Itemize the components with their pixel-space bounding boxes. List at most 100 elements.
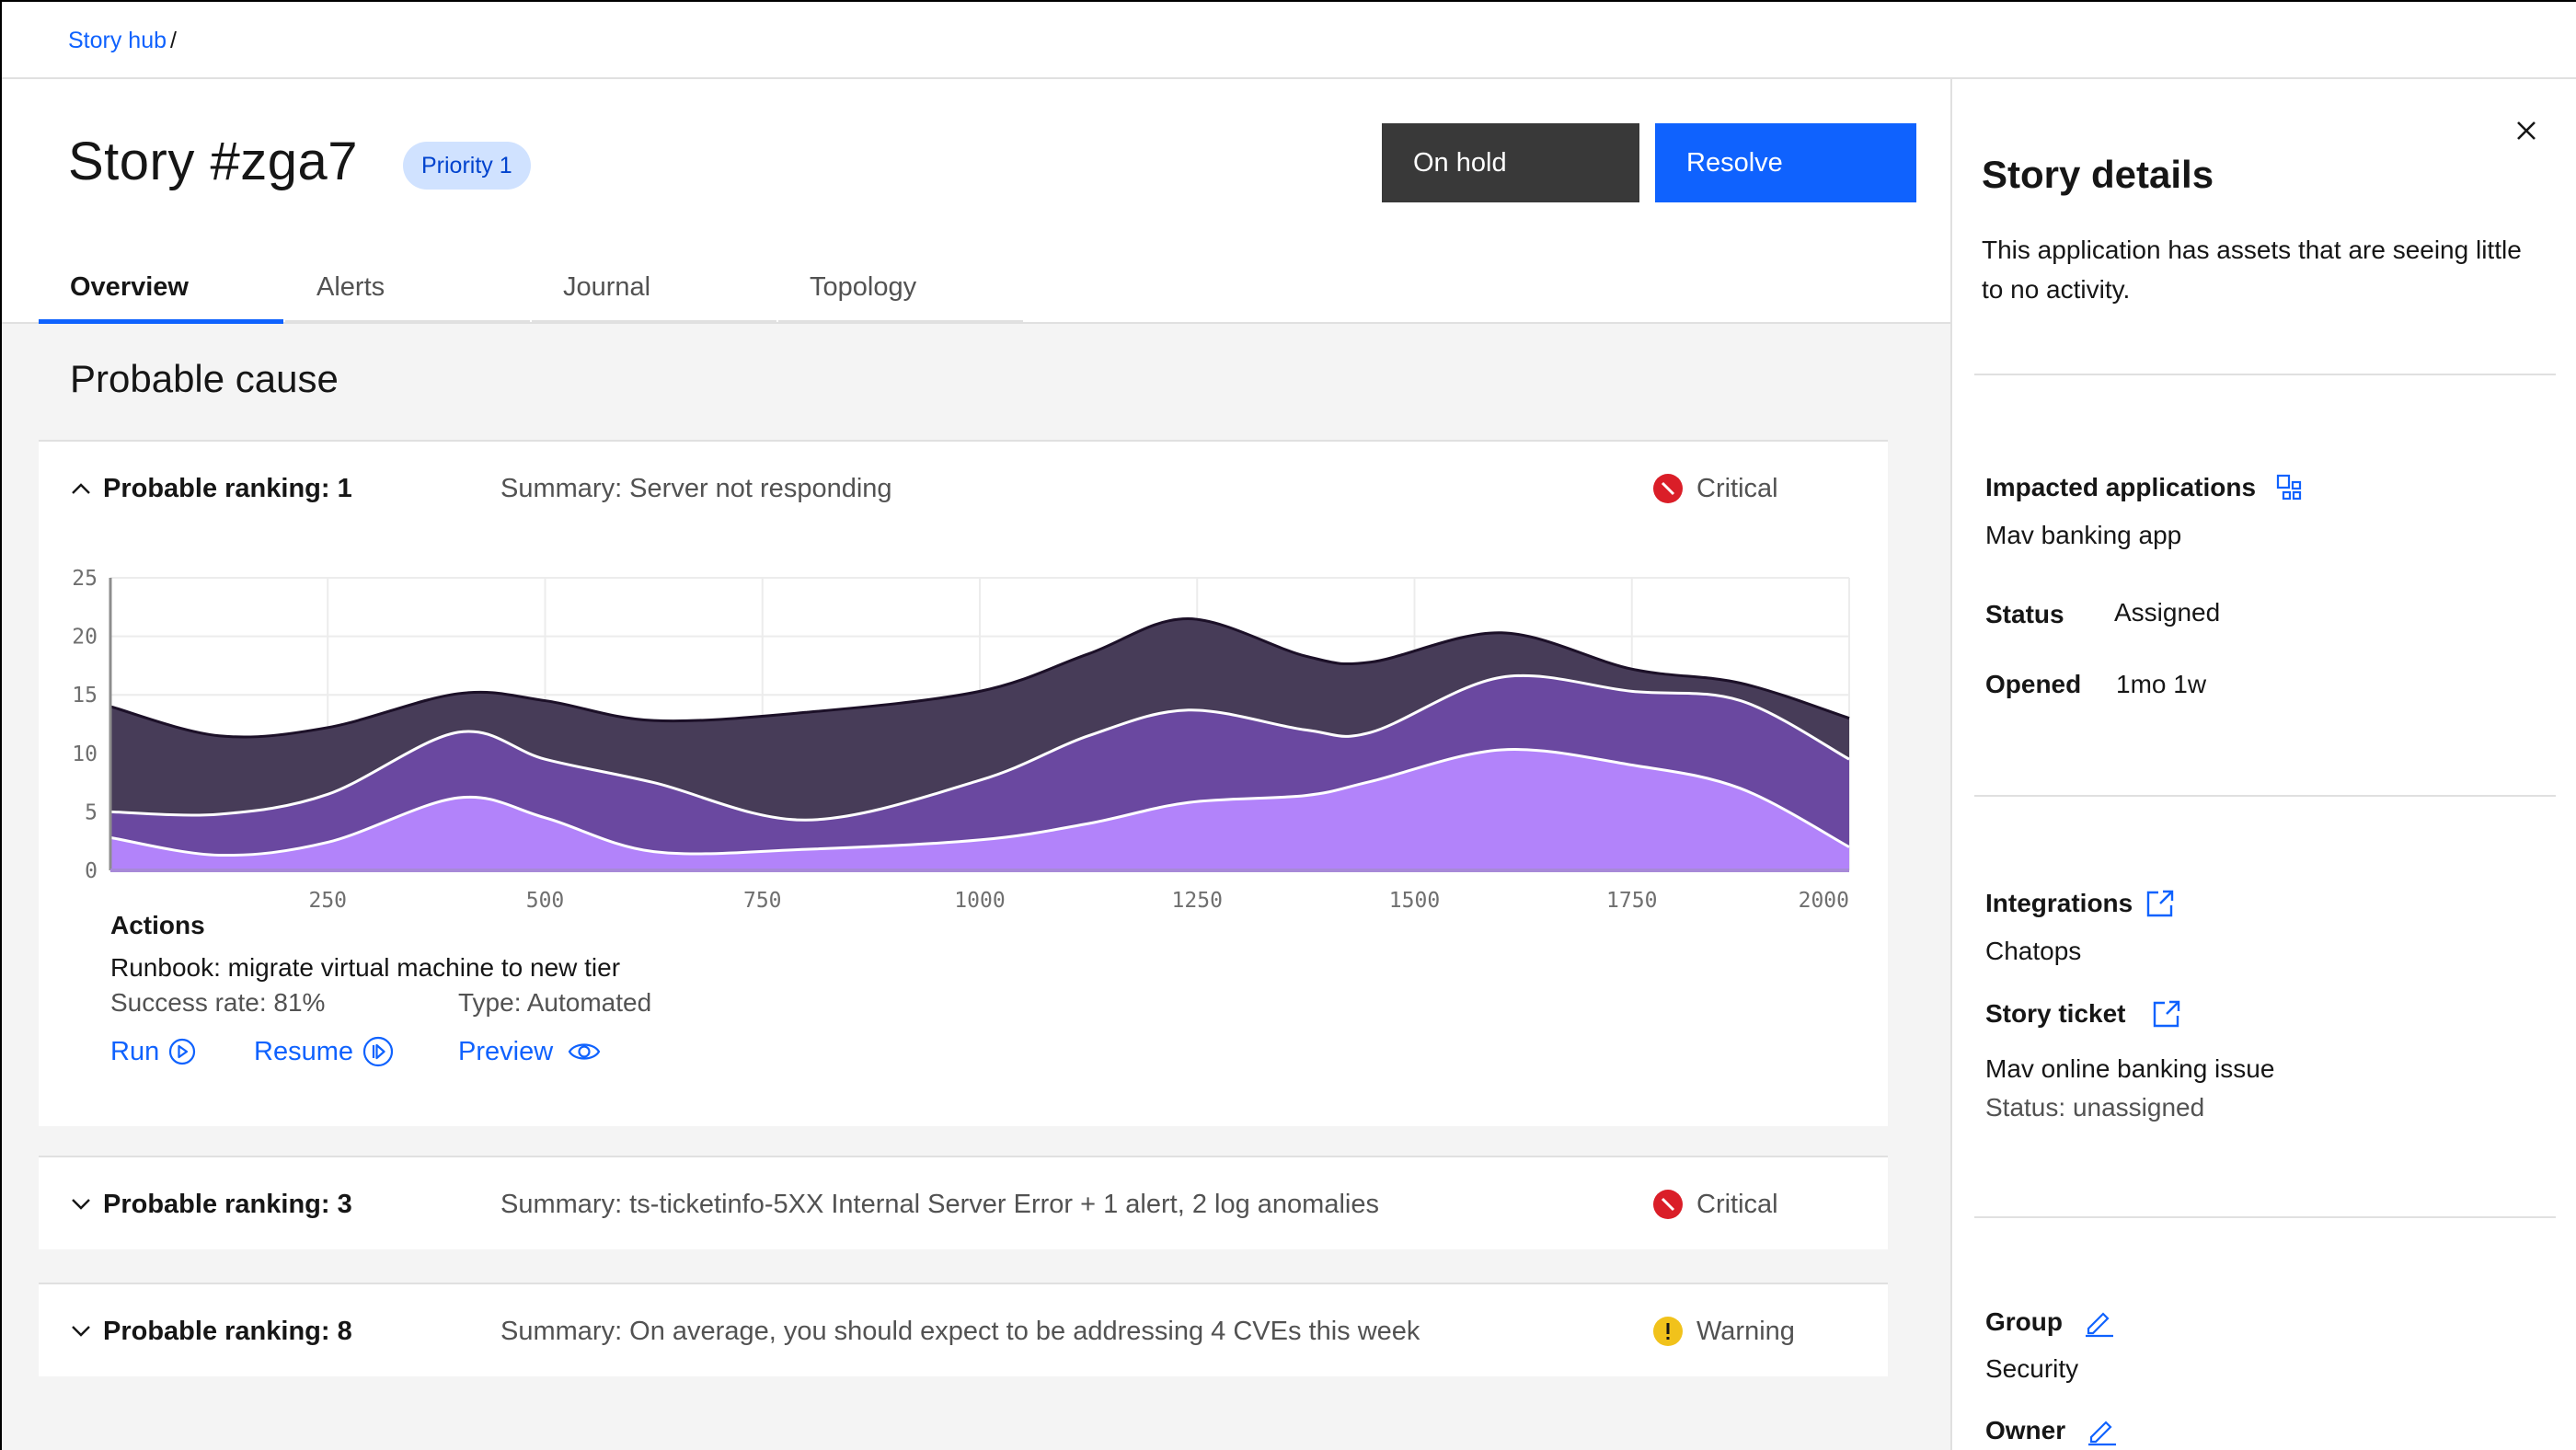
y-tick-label: 25 (72, 567, 98, 591)
owner-label: Owner (1985, 1415, 2117, 1446)
breadcrumb: Story hub / (68, 28, 177, 54)
resume-link[interactable]: Resume (254, 1036, 458, 1067)
top-bar: Story hub / (2, 2, 2576, 79)
apps-icon[interactable] (2276, 474, 2304, 501)
chevron-up-icon[interactable] (70, 478, 92, 500)
x-tick-label: 250 (308, 889, 347, 913)
warning-icon (1653, 1317, 1683, 1346)
preview-link[interactable]: Preview (458, 1036, 601, 1067)
probable-cause-card: Probable ranking: 1 Summary: Server not … (39, 440, 1888, 1126)
action-links: Run Resume Preview (110, 1036, 651, 1067)
actions-title: Actions (110, 911, 205, 939)
tab-topology[interactable]: Topology (778, 263, 1023, 324)
x-tick-label: 750 (743, 889, 782, 913)
story-ticket-status: Status: unassigned (1985, 1093, 2205, 1122)
ranking-label: Probable ranking: 1 (103, 473, 352, 503)
severity-label: Critical (1696, 1189, 1778, 1219)
priority-tag: Priority 1 (403, 142, 531, 190)
integrations-text: Integrations (1985, 889, 2133, 917)
edit-icon[interactable] (2083, 1306, 2114, 1338)
summary-text: Summary: On average, you should expect t… (500, 1316, 1420, 1346)
status-label: Status (1985, 600, 2064, 628)
accordion-header[interactable]: Probable ranking: 3 Summary: ts-ticketin… (39, 1157, 1888, 1251)
accordion-header[interactable]: Probable ranking: 1 Summary: Server not … (39, 442, 1888, 535)
critical-icon (1653, 474, 1683, 503)
breadcrumb-story-hub[interactable]: Story hub (68, 28, 167, 54)
run-label: Run (110, 1036, 160, 1066)
x-tick-label: 1750 (1606, 889, 1657, 913)
view-icon (568, 1043, 601, 1060)
story-details-panel: Story details This application has asset… (1950, 79, 2576, 1450)
runbook-type: Type: Automated (458, 988, 652, 1017)
x-tick-label: 2000 (1799, 889, 1849, 913)
impacted-applications-label: Impacted applications (1985, 473, 2304, 502)
integrations-label: Integrations (1985, 889, 2175, 918)
group-value: Security (1985, 1354, 2079, 1383)
x-tick-label: 1500 (1389, 889, 1440, 913)
close-icon[interactable] (2510, 114, 2543, 147)
severity-label: Warning (1696, 1316, 1795, 1346)
launch-icon[interactable] (2145, 889, 2175, 918)
status-indicator: Critical (1652, 473, 1778, 504)
critical-icon (1653, 1190, 1683, 1219)
status-value: Assigned (2114, 598, 2221, 627)
y-tick-label: 0 (85, 859, 98, 883)
section-title: Probable cause (70, 357, 339, 400)
story-ticket-text: Story ticket (1985, 999, 2126, 1028)
group-text: Group (1985, 1307, 2063, 1336)
accordion-header[interactable]: Probable ranking: 8 Summary: On average,… (39, 1284, 1888, 1378)
stacked-area-chart: 0 5 10 15 20 25 250 500 750 1000 1250 1500 1750 2000 (72, 567, 1850, 913)
tab-alerts[interactable]: Alerts (285, 263, 530, 324)
main-content: Story #zga7 Priority 1 On hold Resolve O… (2, 79, 1950, 1450)
play-icon (169, 1038, 196, 1065)
chevron-down-icon[interactable] (70, 1320, 92, 1342)
on-hold-button[interactable]: On hold (1382, 123, 1639, 202)
status-indicator: Critical (1652, 1189, 1778, 1220)
divider (1974, 795, 2556, 797)
probable-cause-card: Probable ranking: 8 Summary: On average,… (39, 1283, 1888, 1376)
tab-journal[interactable]: Journal (532, 263, 776, 324)
y-tick-label: 5 (85, 800, 98, 824)
group-label: Group (1985, 1306, 2114, 1338)
runbook-name: Runbook: migrate virtual machine to new … (110, 953, 621, 982)
page-header: Story #zga7 Priority 1 On hold Resolve O… (2, 79, 1950, 324)
page-title: Story #zga7 (68, 132, 359, 191)
panel-title: Story details (1982, 153, 2214, 196)
y-tick-label: 15 (72, 684, 98, 708)
x-tick-label: 500 (526, 889, 565, 913)
probable-cause-card: Probable ranking: 3 Summary: ts-ticketin… (39, 1156, 1888, 1249)
preview-label: Preview (458, 1036, 554, 1066)
summary-text: Summary: ts-ticketinfo-5XX Internal Serv… (500, 1189, 1379, 1219)
runbook-meta: Success rate: 81% Type: Automated (110, 988, 651, 1018)
opened-value: 1mo 1w (2116, 670, 2207, 698)
resume-icon (362, 1036, 394, 1067)
owner-text: Owner (1985, 1416, 2066, 1444)
launch-icon[interactable] (2152, 999, 2181, 1029)
resume-label: Resume (254, 1036, 353, 1066)
impacted-applications-value: Mav banking app (1985, 521, 2182, 549)
run-link[interactable]: Run (110, 1036, 254, 1067)
summary-text: Summary: Server not responding (500, 473, 892, 503)
panel-description: This application has assets that are see… (1982, 236, 2522, 304)
divider (1974, 1216, 2556, 1218)
severity-label: Critical (1696, 473, 1778, 503)
x-tick-label: 1250 (1172, 889, 1223, 913)
success-rate: Success rate: 81% (110, 988, 326, 1017)
status-indicator: Warning (1652, 1316, 1795, 1347)
tab-overview[interactable]: Overview (39, 263, 283, 324)
y-tick-label: 10 (72, 742, 98, 766)
edit-icon[interactable] (2086, 1415, 2117, 1446)
ranking-label: Probable ranking: 3 (103, 1189, 352, 1219)
integrations-value: Chatops (1985, 937, 2082, 965)
y-tick-label: 20 (72, 626, 98, 650)
x-tick-label: 1000 (954, 889, 1005, 913)
resolve-button[interactable]: Resolve (1655, 123, 1916, 202)
story-ticket-label: Story ticket (1985, 999, 2181, 1029)
actions-section: Actions Runbook: migrate virtual machine… (110, 911, 651, 1067)
story-ticket-value: Mav online banking issue (1985, 1054, 2275, 1083)
breadcrumb-separator: / (170, 28, 177, 53)
impacted-applications-text: Impacted applications (1985, 473, 2257, 501)
ranking-label: Probable ranking: 8 (103, 1316, 352, 1346)
opened-label: Opened (1985, 670, 2082, 698)
chevron-down-icon[interactable] (70, 1193, 92, 1215)
